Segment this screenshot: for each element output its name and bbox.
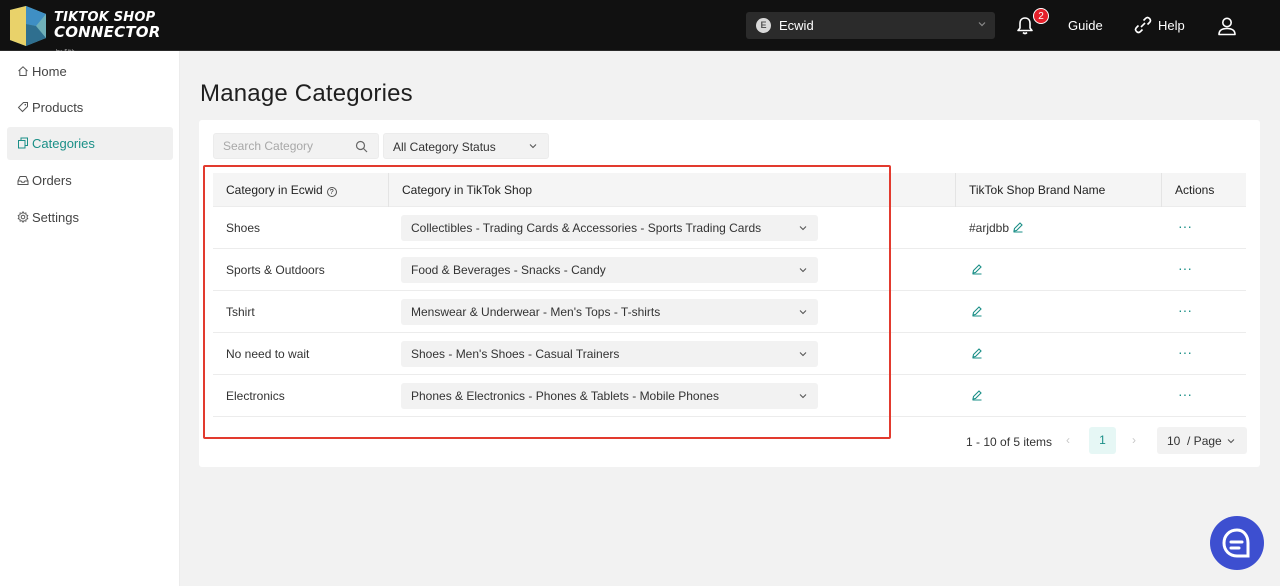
sidebar: Home Products Categories Orders Settings bbox=[0, 51, 180, 586]
pagination-page-1[interactable]: 1 bbox=[1089, 427, 1116, 454]
app-logo[interactable]: TIKTOK SHOP CONNECTOR by Sitk bbox=[6, 6, 160, 55]
sidebar-item-home[interactable]: Home bbox=[7, 55, 173, 88]
guide-link[interactable]: Guide bbox=[1068, 18, 1103, 33]
edit-pencil-icon[interactable] bbox=[971, 305, 983, 317]
sidebar-item-label: Home bbox=[32, 64, 67, 79]
search-input[interactable] bbox=[223, 139, 353, 153]
chat-icon bbox=[1222, 528, 1250, 558]
sidebar-item-label: Orders bbox=[32, 173, 72, 188]
more-actions-icon[interactable]: ··· bbox=[1178, 345, 1192, 359]
home-icon bbox=[18, 66, 28, 76]
edit-pencil-icon[interactable] bbox=[1012, 221, 1024, 233]
search-icon[interactable] bbox=[355, 140, 368, 153]
sidebar-item-settings[interactable]: Settings bbox=[7, 201, 173, 234]
copy-icon bbox=[18, 137, 28, 149]
page-size-value: 10 / Page bbox=[1167, 434, 1222, 448]
logo-line-2: CONNECTOR bbox=[54, 23, 161, 41]
column-header-brand: TikTok Shop Brand Name bbox=[969, 183, 1106, 197]
chat-button[interactable] bbox=[1210, 516, 1264, 570]
top-bar: TIKTOK SHOP CONNECTOR by Sitk E Ecwid 2 … bbox=[0, 0, 1280, 55]
sidebar-item-categories[interactable]: Categories bbox=[7, 127, 173, 160]
sidebar-item-products[interactable]: Products bbox=[7, 91, 173, 124]
page-size-select[interactable]: 10 / Page bbox=[1157, 427, 1247, 454]
store-avatar: E bbox=[756, 18, 771, 33]
sidebar-item-label: Settings bbox=[32, 210, 79, 225]
more-actions-icon[interactable]: ··· bbox=[1178, 303, 1192, 317]
link-icon[interactable] bbox=[1133, 15, 1153, 35]
tag-icon bbox=[17, 102, 28, 113]
store-selector[interactable]: E Ecwid bbox=[746, 12, 995, 39]
logo-text: TIKTOK SHOP CONNECTOR by Sitk bbox=[54, 10, 161, 55]
more-actions-icon[interactable]: ··· bbox=[1178, 219, 1192, 233]
more-actions-icon[interactable]: ··· bbox=[1178, 261, 1192, 275]
pagination-next-button[interactable]: › bbox=[1132, 433, 1136, 447]
edit-pencil-icon[interactable] bbox=[971, 263, 983, 275]
chevron-down-icon bbox=[1227, 439, 1235, 444]
notification-badge: 2 bbox=[1033, 8, 1049, 24]
chevron-down-icon bbox=[978, 22, 986, 27]
search-field[interactable] bbox=[213, 133, 379, 159]
column-divider bbox=[1161, 173, 1162, 207]
inbox-icon bbox=[17, 176, 29, 185]
category-status-value: All Category Status bbox=[393, 140, 496, 154]
column-divider bbox=[955, 173, 956, 207]
sidebar-item-label: Products bbox=[32, 100, 84, 115]
sidebar-item-orders[interactable]: Orders bbox=[7, 164, 173, 197]
brand-name: #arjdbb bbox=[969, 221, 1010, 235]
gear-icon bbox=[17, 211, 29, 223]
page-title: Manage Categories bbox=[200, 80, 413, 107]
logo-mark-icon bbox=[10, 6, 46, 46]
column-header-actions: Actions bbox=[1175, 183, 1215, 197]
more-actions-icon[interactable]: ··· bbox=[1178, 387, 1192, 401]
user-icon[interactable] bbox=[1216, 15, 1238, 37]
help-link[interactable]: Help bbox=[1158, 18, 1185, 33]
pagination-total: 1 - 10 of 5 items bbox=[966, 435, 1053, 449]
store-name: Ecwid bbox=[779, 18, 814, 33]
chevron-down-icon bbox=[529, 144, 537, 149]
edit-pencil-icon[interactable] bbox=[971, 347, 983, 359]
category-status-select[interactable]: All Category Status bbox=[383, 133, 549, 159]
pagination-prev-button[interactable]: ‹ bbox=[1066, 433, 1070, 447]
sidebar-item-label: Categories bbox=[32, 136, 95, 151]
edit-pencil-icon[interactable] bbox=[971, 389, 983, 401]
highlight-annotation-box bbox=[203, 165, 891, 439]
